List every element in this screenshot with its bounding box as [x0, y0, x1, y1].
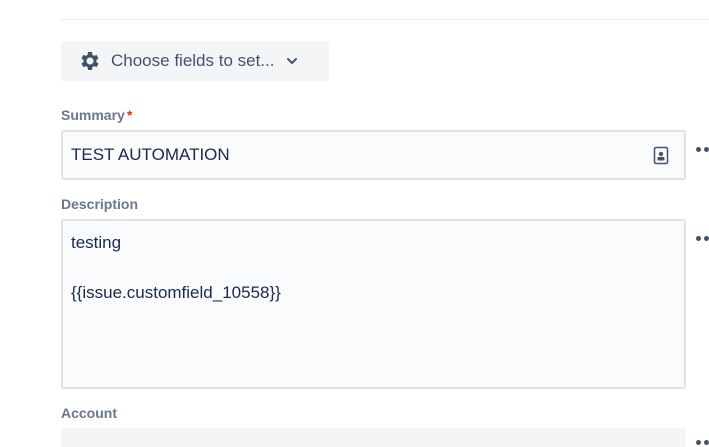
summary-value: TEST AUTOMATION — [71, 145, 230, 164]
description-field[interactable]: testing {{issue.customfield_10558}} — [61, 219, 686, 389]
summary-field[interactable]: TEST AUTOMATION — [61, 130, 686, 180]
description-label: Description — [61, 196, 139, 212]
account-more-icon[interactable] — [696, 440, 709, 445]
choose-fields-button[interactable]: Choose fields to set... — [61, 41, 329, 81]
summary-more-icon[interactable] — [696, 147, 709, 152]
summary-label-text: Summary — [61, 107, 125, 123]
automation-field-editor: Choose fields to set... Summary * TEST AU… — [0, 0, 709, 447]
chevron-down-icon — [284, 53, 300, 69]
summary-label: Summary * — [61, 107, 132, 123]
account-label: Account — [61, 405, 117, 421]
smart-value-icon[interactable] — [653, 146, 669, 165]
description-line-2: {{issue.customfield_10558}} — [71, 283, 281, 302]
choose-fields-label: Choose fields to set... — [111, 51, 275, 70]
required-marker: * — [126, 107, 133, 123]
gear-icon — [78, 49, 102, 73]
divider — [61, 19, 709, 20]
account-field[interactable] — [61, 428, 686, 447]
description-more-icon[interactable] — [696, 236, 709, 241]
description-line-1: testing — [71, 233, 122, 252]
